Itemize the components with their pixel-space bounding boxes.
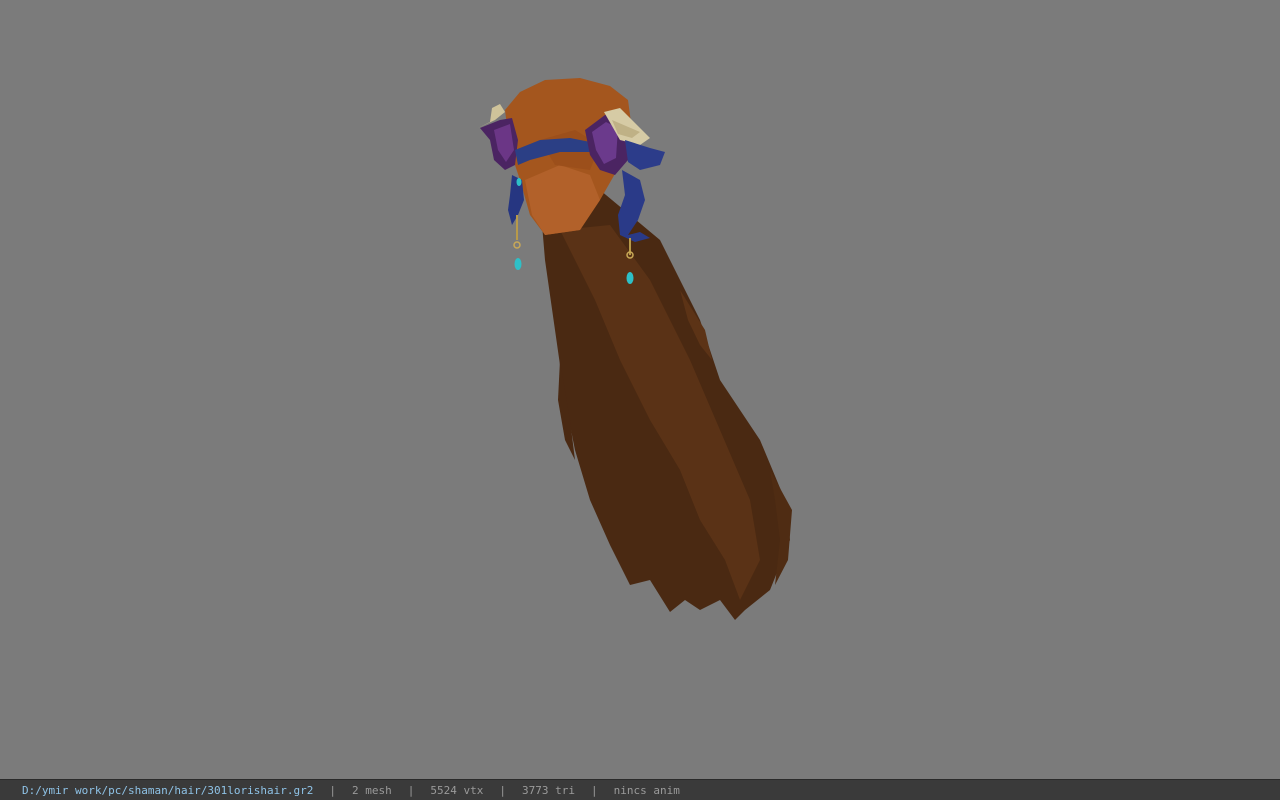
hair-strands xyxy=(540,190,792,620)
status-bar: D:/ymir work/pc/shaman/hair/301lorishair… xyxy=(0,779,1280,800)
3d-viewport[interactable] xyxy=(0,0,1280,779)
separator: | xyxy=(499,783,507,797)
vertex-count: 5524 vtx xyxy=(430,783,484,797)
separator: | xyxy=(407,783,415,797)
hair-model-render xyxy=(478,78,792,620)
triangle-count: 3773 tri xyxy=(522,783,575,797)
separator: | xyxy=(329,783,337,797)
animation-status: nincs anim xyxy=(613,783,680,797)
file-path: D:/ymir work/pc/shaman/hair/301lorishair… xyxy=(22,783,314,797)
separator: | xyxy=(591,783,598,797)
mesh-count: 2 mesh xyxy=(352,783,392,797)
